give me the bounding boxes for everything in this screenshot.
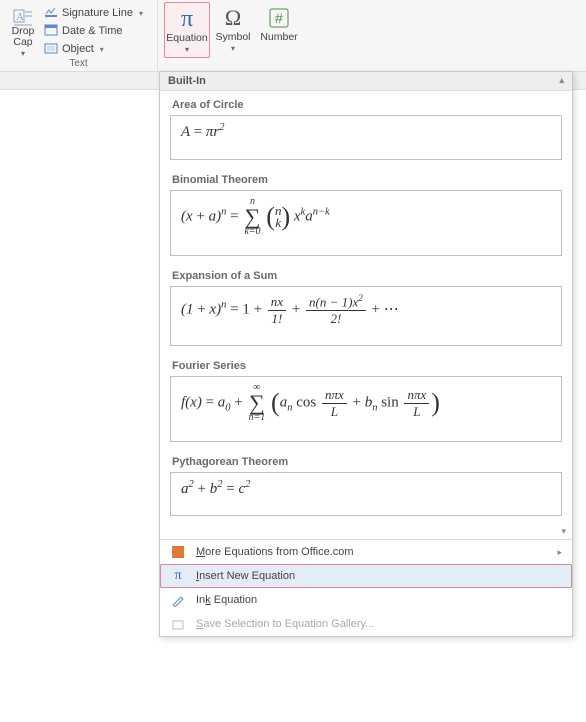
dropdown-arrow-icon: ▾ — [21, 49, 25, 58]
signature-line-label: Signature Line — [62, 7, 133, 19]
equation-preview: f(x) = a0 + ∞∑n=1 (an cos nπxL + bn sin … — [170, 376, 562, 442]
ribbon-group-symbols: π Equation ▾ Ω Symbol ▾ # Number — [158, 0, 328, 71]
save-gallery-icon — [170, 616, 186, 632]
omega-icon: Ω — [225, 4, 241, 32]
menu-more-equations[interactable]: More Equations from Office.com ▸ — [160, 540, 572, 564]
signature-line-icon — [44, 5, 58, 22]
equation-gallery: Built-In ▴ Area of Circle A = πr2 Binomi… — [159, 71, 573, 637]
submenu-arrow-icon: ▸ — [557, 547, 562, 558]
object-button[interactable]: Object ▾ — [40, 40, 147, 58]
gallery-footer: More Equations from Office.com ▸ π Inser… — [160, 539, 572, 636]
gallery-header-label: Built-In — [168, 75, 206, 87]
menu-label-text: Equation — [211, 594, 257, 606]
equation-title: Fourier Series — [172, 360, 562, 372]
svg-text:A: A — [16, 11, 24, 23]
menu-label-text: nsert New Equation — [199, 570, 295, 582]
gallery-body: Area of Circle A = πr2 Binomial Theorem … — [160, 91, 572, 526]
object-icon — [44, 41, 58, 58]
menu-ink-equation[interactable]: Ink Equation — [160, 588, 572, 612]
equation-title: Area of Circle — [172, 99, 562, 111]
gallery-item-fourier[interactable]: Fourier Series f(x) = a0 + ∞∑n=1 (an cos… — [170, 360, 562, 442]
number-label: Number — [260, 32, 297, 43]
menu-label-text: ore Equations from Office.com — [205, 546, 353, 558]
gallery-item-expansion[interactable]: Expansion of a Sum (1 + x)n = 1 + nx1! +… — [170, 270, 562, 346]
drop-cap-icon: A — [13, 4, 33, 26]
dropdown-arrow-icon: ▾ — [139, 9, 143, 18]
equation-title: Expansion of a Sum — [172, 270, 562, 282]
office-icon — [170, 544, 186, 560]
signature-line-button[interactable]: Signature Line ▾ — [40, 4, 147, 22]
equation-label: Equation — [166, 33, 207, 44]
gallery-header: Built-In ▴ — [160, 72, 572, 91]
equation-preview: A = πr2 — [170, 115, 562, 160]
date-time-button[interactable]: Date & Time — [40, 22, 147, 40]
ribbon: A Drop Cap ▾ Signature Line ▾ Date & Tim… — [0, 0, 586, 72]
ribbon-group-text: A Drop Cap ▾ Signature Line ▾ Date & Tim… — [0, 0, 158, 71]
equation-preview: a2 + b2 = c2 — [170, 472, 562, 516]
menu-insert-new-equation[interactable]: π Insert New Equation — [160, 564, 572, 588]
symbol-button[interactable]: Ω Symbol ▾ — [210, 2, 256, 58]
menu-save-selection: Save Selection to Equation Gallery... — [160, 612, 572, 636]
pi-icon: π — [170, 568, 186, 584]
symbol-label: Symbol — [215, 32, 250, 43]
dropdown-arrow-icon: ▾ — [100, 45, 104, 54]
gallery-item-area-circle[interactable]: Area of Circle A = πr2 — [170, 99, 562, 160]
scroll-up-icon[interactable]: ▴ — [559, 75, 564, 87]
dropdown-arrow-icon: ▾ — [231, 44, 235, 53]
equation-title: Binomial Theorem — [172, 174, 562, 186]
number-icon: # — [268, 4, 290, 32]
menu-label-text: ave Selection to Equation Gallery... — [203, 618, 374, 630]
equation-title: Pythagorean Theorem — [172, 456, 562, 468]
dropdown-arrow-icon: ▾ — [185, 45, 189, 54]
gallery-item-pythagorean[interactable]: Pythagorean Theorem a2 + b2 = c2 — [170, 456, 562, 516]
date-time-label: Date & Time — [62, 25, 123, 37]
pi-icon: π — [181, 5, 193, 33]
ink-icon — [170, 592, 186, 608]
drop-cap-button[interactable]: A Drop Cap ▾ — [6, 2, 40, 58]
equation-button[interactable]: π Equation ▾ — [164, 2, 210, 58]
number-button[interactable]: # Number — [256, 2, 302, 58]
scroll-down-icon[interactable]: ▾ — [160, 526, 572, 539]
gallery-item-binomial[interactable]: Binomial Theorem (x + a)n = n∑k=0 (nk) x… — [170, 174, 562, 256]
equation-preview: (1 + x)n = 1 + nx1! + n(n − 1)x22! + ⋯ — [170, 286, 562, 346]
drop-cap-label: Drop Cap — [12, 26, 35, 48]
group-label-text: Text — [6, 58, 151, 71]
calendar-icon — [44, 23, 58, 40]
object-label: Object — [62, 43, 94, 55]
svg-text:#: # — [275, 10, 283, 26]
equation-preview: (x + a)n = n∑k=0 (nk) xkan−k — [170, 190, 562, 256]
